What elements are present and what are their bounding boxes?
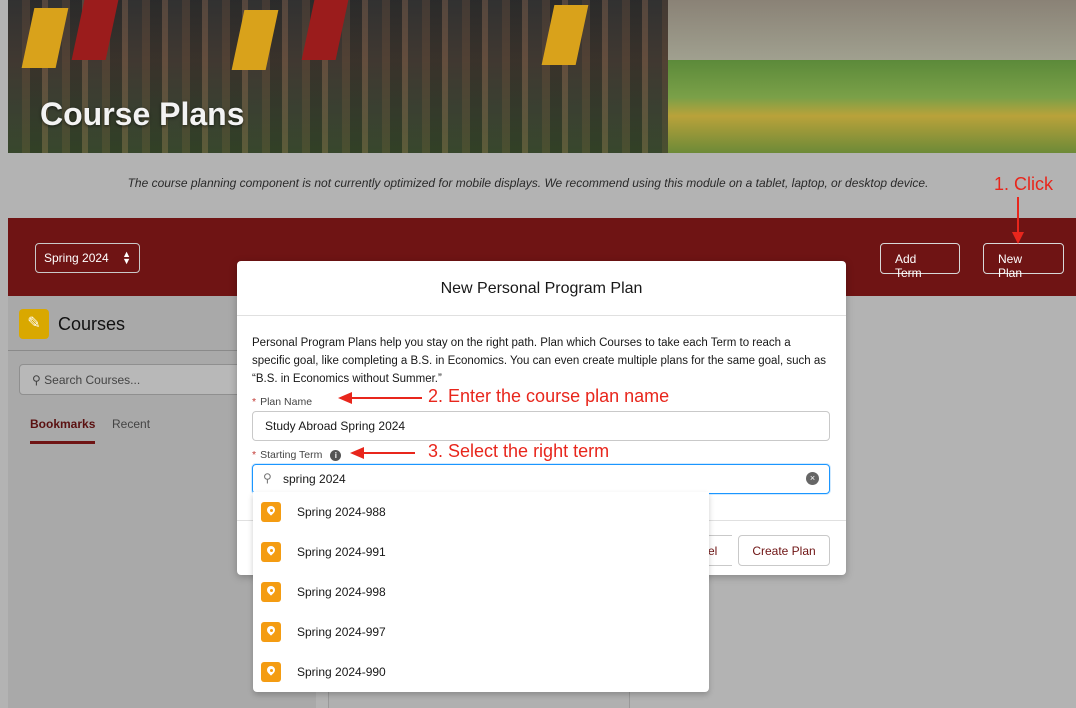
- term-select[interactable]: Spring 2024 ▲ ▼: [35, 243, 140, 273]
- plan-name-input[interactable]: Study Abroad Spring 2024: [252, 411, 830, 441]
- required-marker: *: [252, 449, 257, 461]
- course-search-input[interactable]: ⚲ Search Courses...: [19, 364, 249, 395]
- mobile-notice: The course planning component is not cur…: [127, 176, 929, 190]
- term-options-list: Spring 2024-988 Spring 2024-991 Spring 2…: [253, 492, 709, 692]
- annotation-step1: 1. Click: [994, 174, 1054, 194]
- hero-garden: [668, 60, 1076, 153]
- hero-building: [668, 0, 1076, 60]
- annotation-step2: 2. Enter the course plan name: [428, 386, 670, 406]
- annotation-arrow-head: [338, 392, 352, 404]
- up-down-icon: ▲ ▼: [122, 249, 131, 266]
- annotation-arrow: [363, 452, 415, 454]
- term-option[interactable]: Spring 2024-990: [253, 652, 709, 692]
- tab-bookmarks[interactable]: Bookmarks: [30, 417, 96, 444]
- add-term-button[interactable]: Add Term: [880, 243, 960, 280]
- starting-term-search-input[interactable]: ⚲ spring 2024 ×: [252, 464, 830, 494]
- course-search-placeholder: Search Courses...: [44, 373, 141, 387]
- required-marker: *: [252, 396, 257, 408]
- term-option[interactable]: Spring 2024-988: [253, 492, 709, 532]
- location-pin-icon: [261, 622, 281, 642]
- location-pin-icon: [261, 662, 281, 682]
- clear-icon[interactable]: ×: [806, 472, 819, 485]
- modal-title: New Personal Program Plan: [237, 261, 846, 316]
- page-title: Course Plans: [40, 96, 245, 132]
- term-option[interactable]: Spring 2024-998: [253, 572, 709, 612]
- create-plan-button[interactable]: Create Plan: [738, 535, 830, 566]
- modal-description: Personal Program Plans help you stay on …: [252, 337, 827, 385]
- location-pin-icon: [261, 582, 281, 602]
- divider: [8, 350, 238, 351]
- term-select-value: Spring 2024: [44, 251, 109, 265]
- location-pin-icon: [261, 502, 281, 522]
- pencil-icon: ✎: [19, 309, 49, 339]
- annotation-arrow-head: [1012, 232, 1024, 244]
- location-pin-icon: [261, 542, 281, 562]
- annotation-arrow-head: [350, 447, 364, 459]
- search-icon: ⚲: [32, 373, 41, 387]
- term-option[interactable]: Spring 2024-997: [253, 612, 709, 652]
- annotation-arrow: [350, 397, 422, 399]
- starting-term-search-value: spring 2024: [283, 472, 346, 486]
- annotation-arrow: [1017, 197, 1019, 233]
- courses-title: Courses: [58, 314, 126, 334]
- term-option[interactable]: Spring 2024-991: [253, 532, 709, 572]
- new-plan-button[interactable]: New Plan: [983, 243, 1064, 280]
- annotation-step3: 3. Select the right term: [428, 441, 610, 461]
- search-icon: ⚲: [263, 471, 272, 485]
- tab-recent[interactable]: Recent: [112, 417, 150, 431]
- info-icon[interactable]: i: [330, 449, 342, 461]
